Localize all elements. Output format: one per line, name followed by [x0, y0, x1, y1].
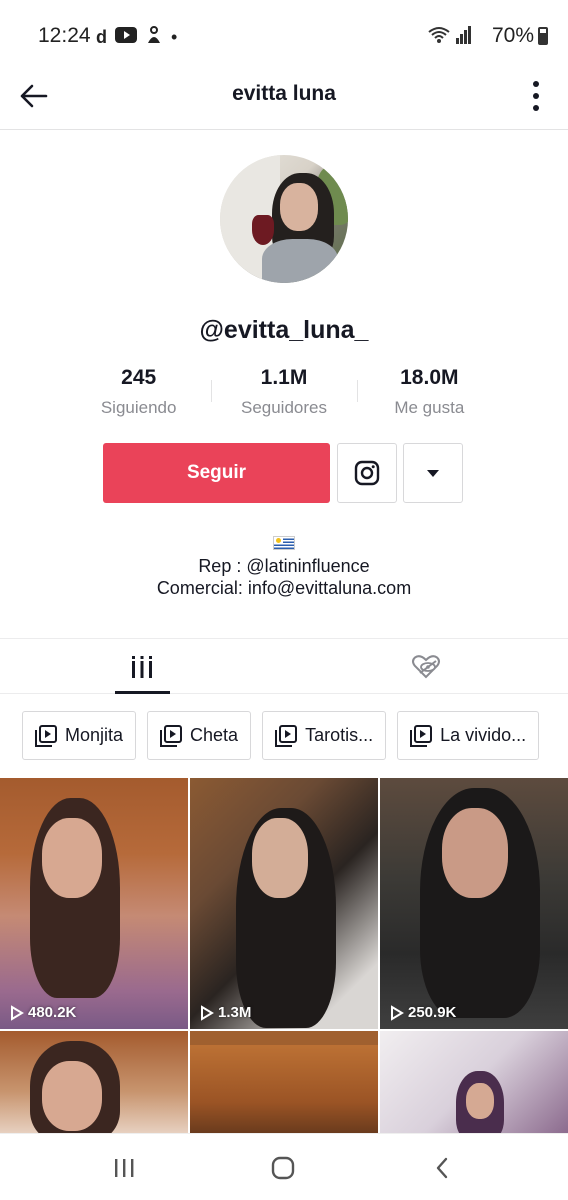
- home-icon: [271, 1156, 295, 1180]
- system-navigation-bar: [0, 1133, 568, 1200]
- video-thumbnail[interactable]: 480.2K: [0, 778, 188, 1029]
- status-time: 12:24: [38, 24, 91, 47]
- stat-label: Seguidores: [240, 398, 327, 417]
- playlist-label: Cheta: [190, 725, 239, 745]
- stat-following[interactable]: 245 Siguiendo: [66, 366, 211, 426]
- system-back-button[interactable]: [422, 1152, 462, 1184]
- playlist-label: La vivido...: [440, 725, 527, 745]
- video-thumbnail[interactable]: [190, 1031, 378, 1133]
- bio-line: Rep : @latininfluence: [198, 556, 370, 576]
- playlist-icon: [160, 724, 183, 747]
- bio: Rep : @latininfluence Comercial: info@ev…: [0, 555, 568, 599]
- playlist-chip[interactable]: Tarotis...: [262, 711, 387, 760]
- more-notifications-dot: •: [171, 27, 178, 47]
- page-title: evitta luna: [232, 82, 336, 105]
- caret-down-icon: [427, 469, 439, 477]
- suggested-accounts-button[interactable]: [403, 443, 463, 503]
- play-count: 1.3M: [200, 1004, 251, 1021]
- videos-grid-icon: [132, 655, 152, 678]
- play-icon: [11, 1004, 24, 1021]
- tab-videos[interactable]: [0, 639, 284, 694]
- battery-indicator: 70%: [492, 24, 548, 48]
- playlist-label: Monjita: [65, 725, 124, 745]
- video-thumbnail[interactable]: 250.9K: [380, 778, 568, 1029]
- signal-icon: [456, 25, 472, 49]
- view-count: 480.2K: [28, 1004, 77, 1021]
- video-grid: 480.2K 1.3M 250.9K: [0, 778, 568, 1133]
- home-button[interactable]: [263, 1152, 303, 1184]
- playlist-icon: [410, 724, 433, 747]
- play-count: 250.9K: [390, 1004, 456, 1021]
- youtube-icon: [115, 26, 137, 48]
- notification-icons: d •: [96, 24, 177, 50]
- playlist-icon: [35, 724, 57, 747]
- video-thumbnail[interactable]: 1.3M: [190, 778, 378, 1029]
- instagram-button[interactable]: [337, 443, 397, 503]
- connectivity-icons: [428, 24, 472, 50]
- play-icon: [391, 1004, 404, 1021]
- content-tabs: [0, 638, 568, 694]
- profile-stats: 245 Siguiendo 1.1M Seguidores 18.0M Me g…: [66, 366, 502, 426]
- playlist-chip[interactable]: La vivido...: [397, 711, 540, 760]
- more-options-button[interactable]: [522, 76, 550, 116]
- play-icon: [201, 1004, 214, 1021]
- liked-videos-icon: [412, 654, 440, 678]
- stat-label: Me gusta: [394, 398, 465, 417]
- profile-handle: @evitta_luna_: [199, 316, 369, 344]
- view-count: 1.3M: [218, 1004, 252, 1021]
- battery-percent: 70%: [491, 24, 534, 47]
- d-app-icon: d: [96, 27, 107, 47]
- playlist-row: Monjita Cheta Tarotis... La vivido...: [22, 711, 568, 760]
- stat-value: 1.1M: [260, 366, 308, 389]
- bio-line: Comercial: info@evittaluna.com: [156, 578, 412, 598]
- stat-value: 245: [121, 366, 157, 389]
- more-dot-icon: [533, 93, 539, 99]
- view-count: 250.9K: [408, 1004, 457, 1021]
- wifi-icon: [428, 26, 450, 49]
- more-dot-icon: [533, 105, 539, 111]
- active-tab-indicator: [115, 691, 170, 694]
- profile-header: evitta luna: [0, 62, 568, 130]
- play-count: 480.2K: [10, 1004, 76, 1021]
- playlist-chip[interactable]: Monjita: [22, 711, 137, 760]
- video-thumbnail[interactable]: [380, 1031, 568, 1133]
- stat-followers[interactable]: 1.1M Seguidores: [211, 366, 356, 426]
- playlist-icon: [275, 724, 298, 747]
- uruguay-flag-icon: [273, 536, 295, 550]
- tab-liked-videos[interactable]: [284, 639, 568, 694]
- follow-button[interactable]: Seguir: [103, 443, 330, 503]
- playlist-label: Tarotis...: [305, 725, 374, 745]
- chevron-left-icon: [436, 1157, 448, 1179]
- recent-apps-icon: [115, 1159, 134, 1177]
- playlist-chip[interactable]: Cheta: [147, 711, 252, 760]
- stat-likes: 18.0M Me gusta: [356, 366, 502, 426]
- battery-icon: [538, 27, 548, 45]
- more-dot-icon: [533, 81, 539, 87]
- avatar[interactable]: [220, 155, 348, 283]
- video-thumbnail[interactable]: [0, 1031, 188, 1133]
- stat-label: Siguiendo: [100, 398, 177, 417]
- notification-icon: [145, 25, 163, 50]
- recent-apps-button[interactable]: [104, 1152, 144, 1184]
- stat-value: 18.0M: [400, 366, 459, 389]
- instagram-icon: [354, 460, 380, 486]
